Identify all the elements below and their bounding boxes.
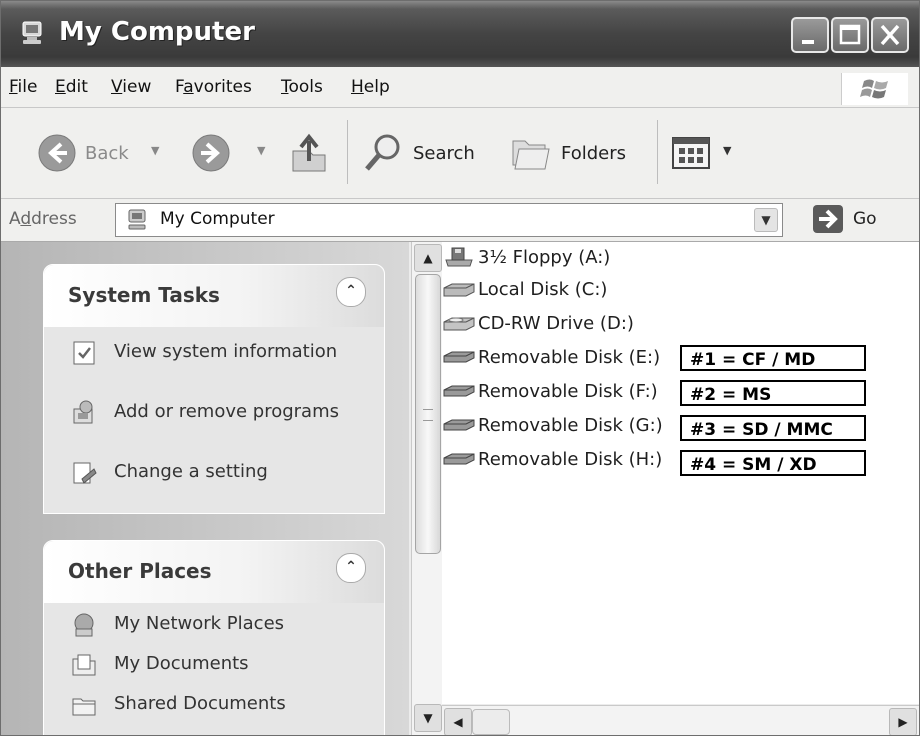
menu-tools[interactable]: Tools	[281, 77, 323, 97]
up-folder-button[interactable]	[287, 128, 331, 178]
system-tasks-panel: System Tasks ⌃ View system information A…	[43, 264, 385, 514]
address-bar: Address My Computer ▼ Go	[1, 199, 919, 242]
drive-item-d[interactable]: CD-RW Drive (D:)	[442, 308, 634, 338]
menu-favorites[interactable]: Favorites	[175, 77, 252, 97]
address-value: My Computer	[160, 209, 275, 229]
add-remove-programs-icon	[73, 400, 93, 424]
scroll-up-icon[interactable]: ▲	[414, 244, 442, 272]
back-button[interactable]: Back	[37, 128, 129, 178]
go-label[interactable]: Go	[853, 209, 877, 229]
address-input[interactable]: My Computer ▼	[115, 203, 783, 237]
removable-disk-icon	[443, 351, 475, 363]
toolbar-separator	[347, 120, 348, 184]
removable-disk-icon	[443, 385, 475, 397]
my-computer-icon	[128, 209, 146, 230]
task-pane: System Tasks ⌃ View system information A…	[1, 242, 409, 735]
horizontal-scroll-thumb[interactable]	[472, 709, 510, 735]
search-icon	[365, 134, 400, 171]
scroll-down-icon[interactable]: ▼	[414, 704, 442, 732]
drive-item-f[interactable]: Removable Disk (F:)	[442, 376, 658, 406]
other-places-title: Other Places	[68, 559, 212, 583]
network-places-icon	[74, 613, 94, 637]
control-panel-icon	[73, 462, 97, 484]
menu-help[interactable]: Help	[351, 77, 390, 97]
drive-item-a[interactable]: 3½ Floppy (A:)	[442, 242, 610, 272]
other-places-panel: Other Places ⌃ My Network Places My Docu…	[43, 540, 385, 735]
shared-documents-icon	[72, 698, 96, 716]
forward-arrow-icon	[192, 134, 230, 172]
floppy-drive-icon	[445, 247, 473, 267]
folders-icon	[512, 140, 550, 170]
back-arrow-icon	[38, 134, 76, 172]
collapse-chevron-icon[interactable]: ⌃	[336, 277, 366, 307]
maximize-button[interactable]	[831, 17, 869, 53]
folders-label: Folders	[561, 142, 627, 164]
window-title: My Computer	[59, 17, 255, 47]
drive-item-e[interactable]: Removable Disk (E:)	[442, 342, 660, 372]
my-documents-icon	[72, 654, 96, 676]
minimize-icon	[802, 40, 814, 44]
title-bar[interactable]: My Computer	[1, 1, 919, 67]
scroll-right-icon[interactable]: ▶	[889, 708, 917, 735]
go-button[interactable]	[813, 205, 843, 233]
maximize-icon	[839, 24, 861, 45]
search-button[interactable]: Search	[361, 128, 475, 178]
menu-file[interactable]: File	[9, 77, 37, 97]
up-folder-icon	[292, 133, 326, 172]
address-label: Address	[9, 209, 77, 229]
explorer-window: My Computer File Edit View Favorites Too…	[0, 0, 920, 736]
close-icon	[880, 24, 900, 46]
drive-item-c[interactable]: Local Disk (C:)	[442, 274, 607, 304]
address-dropdown-icon[interactable]: ▼	[754, 208, 778, 232]
system-tasks-title: System Tasks	[68, 283, 220, 307]
annotation-label: #4 = SM / XD	[680, 450, 866, 476]
close-button[interactable]	[871, 17, 909, 53]
drive-item-g[interactable]: Removable Disk (G:)	[442, 410, 663, 440]
go-arrow-icon	[819, 209, 838, 229]
views-button[interactable]	[671, 128, 711, 178]
back-label: Back	[85, 142, 129, 164]
system-tasks-header[interactable]: System Tasks ⌃	[44, 265, 384, 327]
forward-button[interactable]	[191, 128, 231, 178]
scroll-left-icon[interactable]: ◀	[444, 708, 472, 735]
vertical-scroll-thumb[interactable]	[415, 274, 441, 554]
drives-list: 3½ Floppy (A:) Local Disk (C:) CD-RW Dri…	[442, 242, 919, 704]
other-places-header[interactable]: Other Places ⌃	[44, 541, 384, 603]
menu-bar: File Edit View Favorites Tools Help	[1, 67, 919, 108]
drive-item-h[interactable]: Removable Disk (H:)	[442, 444, 662, 474]
my-computer-icon	[22, 21, 42, 44]
menu-view[interactable]: View	[111, 77, 151, 97]
hard-disk-icon	[443, 283, 475, 297]
annotation-label: #2 = MS	[680, 380, 866, 406]
views-dropdown-icon[interactable]: ▼	[723, 144, 731, 157]
back-dropdown-icon[interactable]: ▼	[151, 144, 159, 157]
annotation-label: #1 = CF / MD	[680, 345, 866, 371]
search-label: Search	[413, 142, 475, 164]
cd-drive-icon	[443, 317, 475, 331]
system-info-icon	[73, 341, 95, 365]
toolbar-separator	[657, 120, 658, 184]
removable-disk-icon	[443, 419, 475, 431]
views-icon	[672, 137, 710, 169]
minimize-button[interactable]	[791, 17, 829, 53]
folders-button[interactable]: Folders	[509, 128, 626, 178]
forward-dropdown-icon[interactable]: ▼	[257, 144, 265, 157]
menu-edit[interactable]: Edit	[55, 77, 88, 97]
standard-toolbar: Back ▼ ▼ Search Folders ▼	[1, 108, 919, 199]
collapse-chevron-icon[interactable]: ⌃	[336, 553, 366, 583]
vertical-scrollbar[interactable]: ▲ ▼	[411, 242, 442, 735]
removable-disk-icon	[443, 453, 475, 465]
windows-flag-icon	[841, 73, 908, 105]
annotation-label: #3 = SD / MMC	[680, 415, 866, 441]
scroll-grip-icon	[423, 409, 433, 421]
horizontal-scrollbar[interactable]: ◀ ▶	[442, 705, 919, 735]
